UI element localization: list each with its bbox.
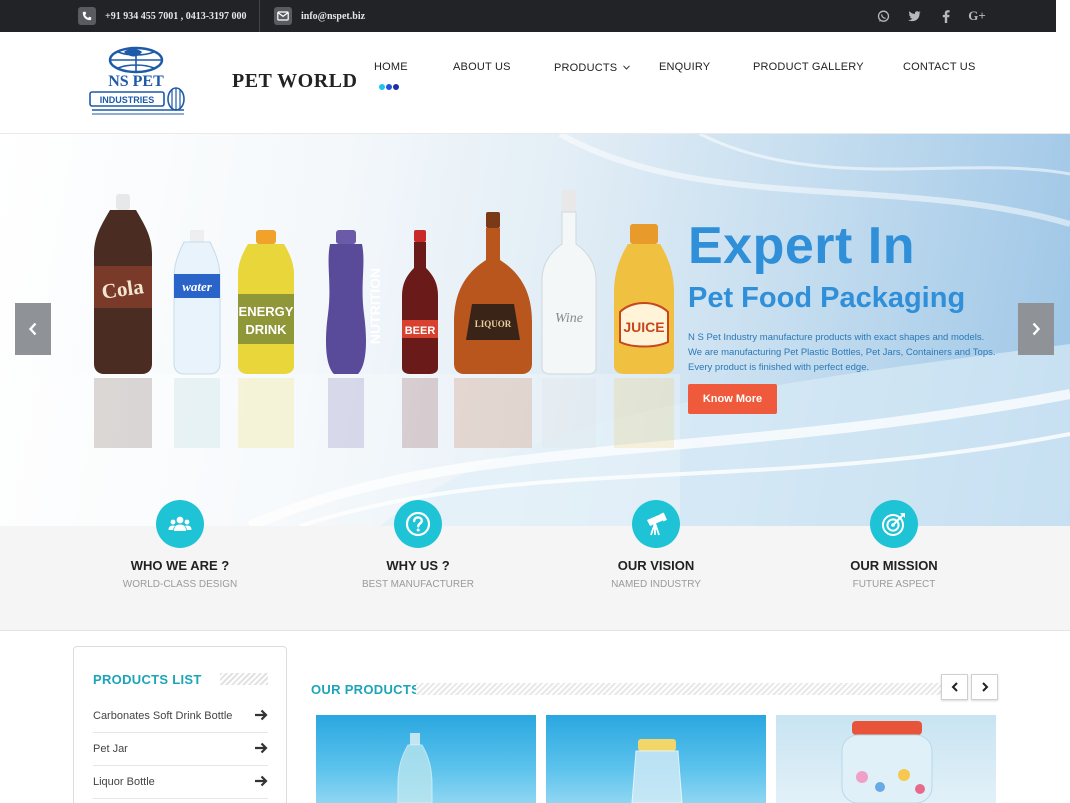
feature-subtitle: WORLD-CLASS DESIGN (122, 579, 238, 590)
indicator-dot (393, 84, 399, 90)
product-card-printed-jar[interactable] (776, 715, 996, 803)
nav-enquiry[interactable]: ENQUIRY (659, 61, 710, 73)
cola-bottle: Cola (94, 194, 152, 374)
nav-products-label: PRODUCTS (554, 62, 618, 74)
question-icon (394, 500, 442, 548)
target-icon (870, 500, 918, 548)
hero-desc-line: Every product is finished with perfect e… (688, 362, 870, 373)
nav-contact-us[interactable]: CONTACT US (903, 61, 976, 73)
svg-text:BEER: BEER (405, 325, 436, 337)
svg-text:ENERGY: ENERGY (239, 304, 294, 319)
list-item[interactable]: Liquor Bottle (93, 766, 268, 799)
email-contact[interactable]: info@nspet.biz (274, 0, 365, 32)
beer-bottle: BEER (402, 230, 438, 374)
liquor-bottle: LIQUOR (454, 212, 532, 374)
ns-pet-logo[interactable]: NS PET INDUSTRIES (88, 46, 188, 120)
nav-products[interactable]: PRODUCTS (554, 61, 630, 74)
chevron-right-icon (981, 682, 988, 692)
know-more-button[interactable]: Know More (688, 384, 777, 414)
chevron-left-icon (951, 682, 958, 692)
jar-image (631, 739, 683, 803)
svg-text:JUICE: JUICE (623, 319, 664, 335)
hero-description: N S Pet Industry manufacture products wi… (688, 330, 1018, 375)
nutrition-bottle: NUTRITION (326, 230, 383, 374)
product-card-jar[interactable] (546, 715, 766, 803)
feature-title: WHO WE ARE ? (130, 558, 230, 573)
svg-text:LIQUOR: LIQUOR (475, 319, 512, 329)
topbar-edge (1056, 0, 1070, 32)
nav-product-gallery[interactable]: PRODUCT GALLERY (753, 61, 864, 73)
list-item-label: Pet Jar (93, 743, 128, 755)
list-item-label: Liquor Bottle (93, 776, 155, 788)
products-list-title: PRODUCTS LIST (93, 672, 202, 687)
feature-title: OUR MISSION (850, 558, 938, 573)
feature-title: OUR VISION (617, 558, 695, 573)
site-header: NS PET INDUSTRIES PET WORLD HOME ABOUT U… (0, 32, 1070, 134)
facebook-icon[interactable] (938, 8, 954, 24)
phone-contact[interactable]: +91 934 455 7001 , 0413-3197 000 (78, 0, 247, 32)
hero-desc-line: N S Pet Industry manufacture products wi… (688, 332, 985, 343)
logo-text-top: NS PET (108, 73, 164, 90)
arrow-right-icon (254, 774, 268, 790)
active-nav-indicator (379, 84, 399, 90)
title-hatch-decoration (220, 673, 268, 685)
slider-prev-button[interactable] (15, 303, 51, 355)
whatsapp-icon[interactable] (875, 8, 891, 24)
hero-subtitle: Pet Food Packaging (688, 282, 966, 314)
indicator-dot (379, 84, 385, 90)
google-plus-icon[interactable]: G+ (968, 8, 986, 24)
svg-text:water: water (182, 279, 213, 294)
chevron-down-icon (622, 61, 630, 73)
product-card-bottle[interactable] (316, 715, 536, 803)
feature-subtitle: FUTURE ASPECT (852, 579, 936, 590)
feature-title: WHY US ? (386, 558, 450, 573)
list-item[interactable]: Carbonates Soft Drink Bottle (93, 700, 268, 733)
wine-bottle: Wine (541, 190, 597, 375)
bottle-lineup: Cola water ENERGY DRINK NUTRITION BEER L… (94, 190, 674, 448)
svg-text:DRINK: DRINK (245, 322, 287, 337)
email-address: info@nspet.biz (301, 10, 366, 22)
chevron-left-icon (28, 322, 37, 336)
topbar-divider (259, 0, 260, 32)
top-bar: +91 934 455 7001 , 0413-3197 000 info@ns… (0, 0, 1070, 32)
slider-next-button[interactable] (1018, 303, 1054, 355)
envelope-icon (274, 7, 292, 25)
twitter-icon[interactable] (906, 8, 922, 24)
carousel-next-button[interactable] (971, 674, 998, 700)
hero-title: Expert In (688, 217, 915, 275)
phone-number: +91 934 455 7001 , 0413-3197 000 (105, 10, 247, 22)
feature-subtitle: NAMED INDUSTRY (611, 579, 701, 590)
our-products-title: OUR PRODUCTS (311, 682, 421, 697)
phone-icon (78, 7, 96, 25)
svg-text:Wine: Wine (555, 311, 583, 326)
logo-text-bottom: INDUSTRIES (100, 95, 155, 105)
carousel-prev-button[interactable] (941, 674, 968, 700)
hero-desc-line: We are manufacturing Pet Plastic Bottles… (688, 347, 996, 358)
bottle-image (397, 733, 433, 803)
features-strip: WHO WE ARE ? WORLD-CLASS DESIGN WHY US ?… (0, 500, 1070, 631)
brand-title: PET WORLD (232, 70, 358, 92)
telescope-icon (632, 500, 680, 548)
energy-drink-bottle: ENERGY DRINK (238, 230, 294, 374)
svg-text:NUTRITION: NUTRITION (367, 268, 383, 344)
indicator-dot (386, 84, 392, 90)
chevron-right-icon (1032, 322, 1041, 336)
nav-home[interactable]: HOME (374, 61, 408, 73)
title-hatch-decoration (416, 683, 942, 695)
list-item[interactable]: Pet Jar (93, 733, 268, 766)
list-item-label: Carbonates Soft Drink Bottle (93, 710, 233, 722)
arrow-right-icon (254, 741, 268, 757)
bottle-reflections (94, 378, 674, 448)
printed-jar-image (841, 721, 933, 803)
arrow-right-icon (254, 708, 268, 724)
feature-subtitle: BEST MANUFACTURER (361, 579, 475, 590)
juice-bottle: JUICE (614, 224, 674, 374)
water-bottle: water (173, 230, 221, 375)
hero-slider: Cola water ENERGY DRINK NUTRITION BEER L… (0, 134, 1070, 526)
users-icon (156, 500, 204, 548)
nav-about-us[interactable]: ABOUT US (453, 61, 511, 73)
products-list-panel: PRODUCTS LIST Carbonates Soft Drink Bott… (73, 646, 287, 803)
